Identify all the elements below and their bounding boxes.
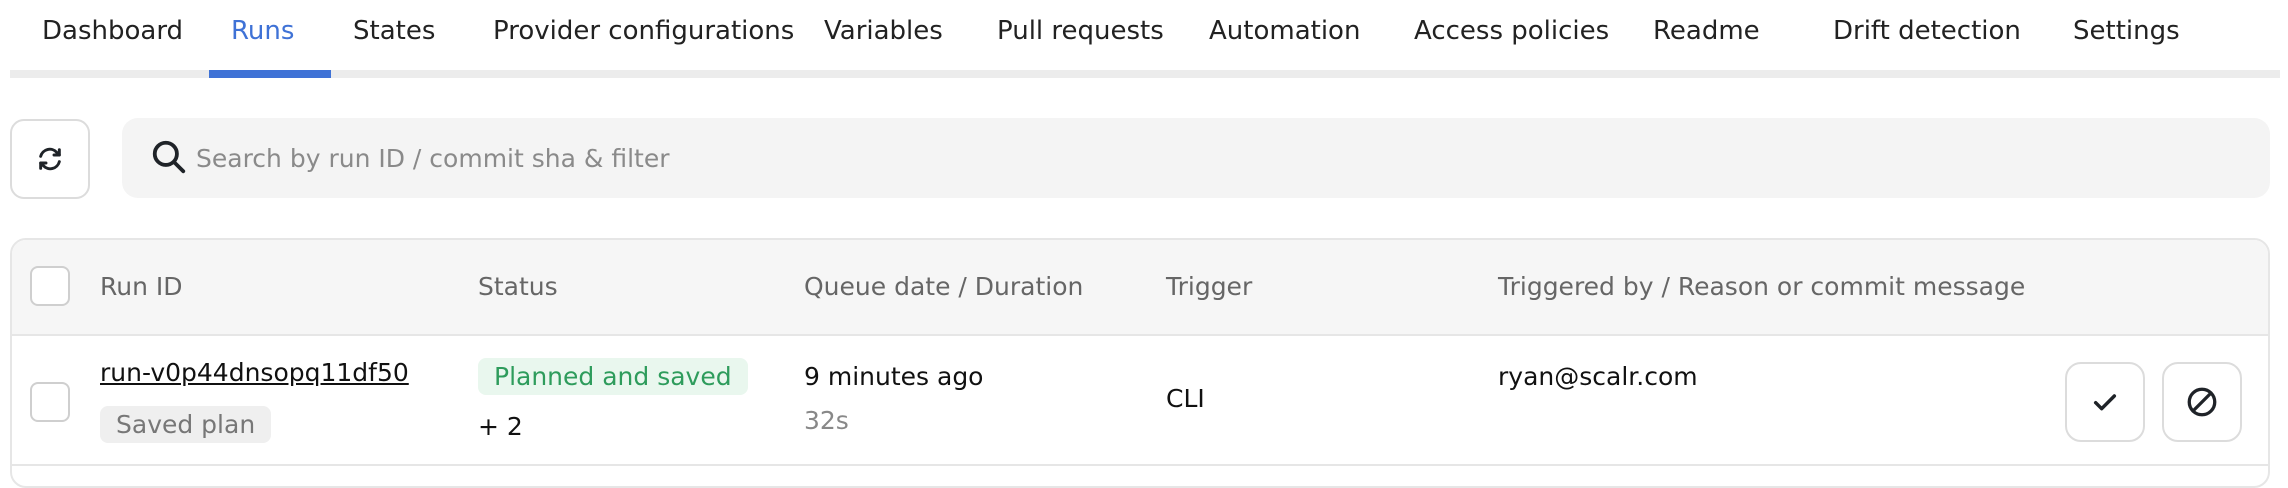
tab-drift-detection[interactable]: Drift detection [1833, 16, 2021, 46]
active-tab-indicator [209, 70, 331, 78]
run-id-link[interactable]: run-v0p44dnsopq11df50 [100, 358, 409, 387]
tab-bar: Dashboard Runs States Provider configura… [10, 0, 2280, 78]
search-bar [122, 118, 2270, 198]
column-header-status[interactable]: Status [478, 272, 558, 301]
search-icon [152, 140, 186, 174]
tab-provider-configurations[interactable]: Provider configurations [493, 16, 794, 46]
queue-date: 9 minutes ago [804, 362, 984, 391]
triggered-by: ryan@scalr.com [1498, 362, 1698, 391]
column-header-run-id[interactable]: Run ID [100, 272, 183, 301]
table-header: Run ID Status Queue date / Duration Trig… [12, 240, 2268, 336]
tab-settings[interactable]: Settings [2073, 16, 2180, 46]
tab-readme[interactable]: Readme [1653, 16, 1760, 46]
check-icon [2093, 394, 2117, 411]
tab-runs[interactable]: Runs [231, 16, 294, 46]
column-header-queue-date[interactable]: Queue date / Duration [804, 272, 1083, 301]
column-header-triggered-by[interactable]: Triggered by / Reason or commit message [1498, 272, 2025, 301]
row-select-checkbox[interactable] [30, 382, 70, 422]
select-all-checkbox[interactable] [30, 266, 70, 306]
refresh-icon [39, 147, 61, 171]
tab-dashboard[interactable]: Dashboard [42, 16, 183, 46]
duration: 32s [804, 406, 849, 435]
trigger: CLI [1166, 384, 1205, 413]
search-input[interactable] [196, 136, 2096, 180]
tab-automation[interactable]: Automation [1209, 16, 1360, 46]
tab-states[interactable]: States [353, 16, 435, 46]
column-header-trigger[interactable]: Trigger [1166, 272, 1252, 301]
table-row[interactable]: run-v0p44dnsopq11df50 Saved plan Planned… [12, 338, 2268, 466]
tab-pull-requests[interactable]: Pull requests [997, 16, 1164, 46]
saved-plan-badge: Saved plan [100, 406, 272, 443]
cancel-run-button[interactable] [2162, 362, 2242, 442]
runs-table: Run ID Status Queue date / Duration Trig… [10, 238, 2270, 488]
status-badge: Planned and saved [478, 358, 748, 395]
refresh-button[interactable] [10, 119, 90, 199]
tab-access-policies[interactable]: Access policies [1414, 16, 1609, 46]
confirm-run-button[interactable] [2065, 362, 2145, 442]
cancel-icon [2187, 387, 2217, 417]
tab-variables[interactable]: Variables [824, 16, 943, 46]
status-more-count[interactable]: + 2 [478, 412, 523, 441]
